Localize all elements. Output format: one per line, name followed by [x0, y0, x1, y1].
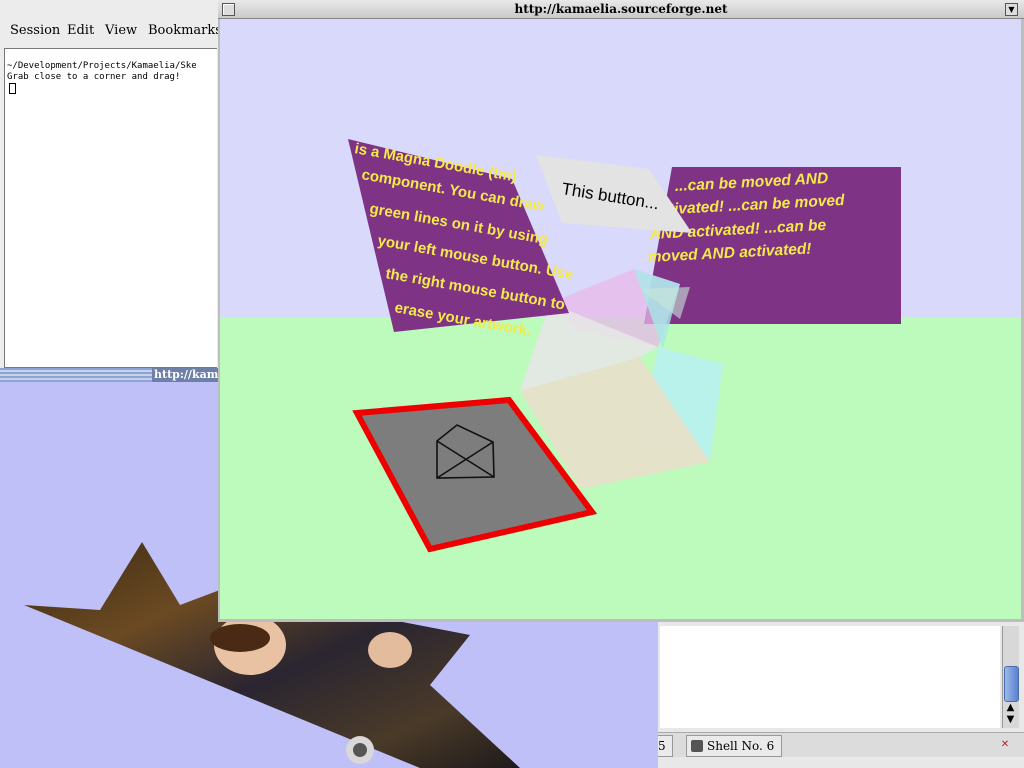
- background-window-title: http://kama: [152, 368, 220, 382]
- window-close-icon[interactable]: ▼: [1005, 3, 1018, 16]
- menu-session[interactable]: Session: [10, 23, 60, 38]
- scroll-up-icon[interactable]: ▲: [1004, 702, 1017, 714]
- scrollbar-thumb[interactable]: [1004, 666, 1019, 702]
- browser-titlebar[interactable]: http://kamaelia.sourceforge.net ▼: [218, 0, 1024, 19]
- tab-shell-6-label: Shell No. 6: [707, 739, 775, 753]
- close-tab-icon[interactable]: ✕: [994, 734, 1016, 756]
- menu-edit[interactable]: Edit: [67, 23, 94, 38]
- terminal-output[interactable]: ~/Development/Projects/Kamaelia/Ske Grab…: [4, 48, 217, 368]
- terminal-window-2[interactable]: ▲ ▼ 5 Shell No. 6: [658, 622, 1024, 768]
- terminal-cursor: [9, 83, 16, 94]
- menu-view[interactable]: View: [105, 23, 137, 38]
- terminal-window[interactable]: Session Edit View Bookmarks ~/Developmen…: [0, 0, 222, 368]
- terminal-prompt: [5, 83, 217, 98]
- tab-shell-5[interactable]: 5: [658, 735, 673, 757]
- scrollbar[interactable]: ▲ ▼: [1002, 626, 1019, 728]
- terminal-2-output[interactable]: [660, 626, 1000, 728]
- terminal-line: ~/Development/Projects/Kamaelia/Ske: [7, 61, 197, 71]
- tab-shell-6[interactable]: Shell No. 6: [686, 735, 782, 757]
- scroll-down-icon[interactable]: ▼: [1004, 714, 1017, 726]
- terminal-menubar: Session Edit View Bookmarks: [0, 18, 222, 44]
- browser-window[interactable]: http://kamaelia.sourceforge.net ▼ ...can…: [218, 0, 1024, 622]
- browser-title: http://kamaelia.sourceforge.net: [514, 2, 728, 16]
- menu-bookmarks[interactable]: Bookmarks: [148, 23, 222, 38]
- shell-tab-icon: [691, 740, 703, 752]
- terminal-line: Grab close to a corner and drag!: [7, 72, 181, 82]
- terminal-tabbar: 5 Shell No. 6: [658, 732, 1024, 757]
- 3d-scene[interactable]: ...can be moved AND activated! ...can be…: [220, 19, 1021, 619]
